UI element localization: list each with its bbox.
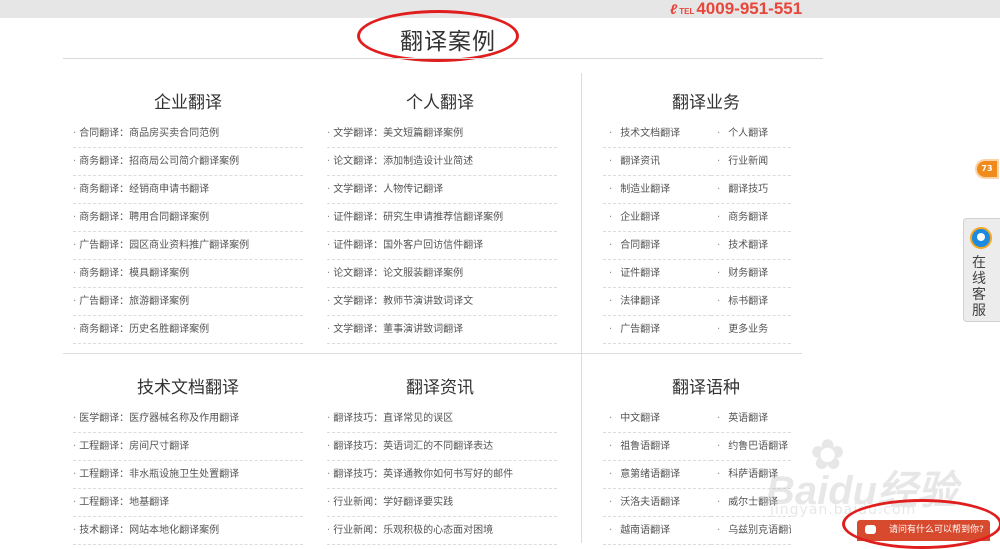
list-item[interactable]: 证件翻译 [603, 260, 711, 288]
list-item[interactable]: 技术翻译 [711, 232, 791, 260]
list-item[interactable]: 商务翻译：招商局公司简介翻译案例 [73, 148, 303, 176]
list-item[interactable]: 文学翻译：人物传记翻译 [327, 176, 557, 204]
list-item[interactable]: 广告翻译 [603, 316, 711, 344]
section-title-technical: 技术文档翻译 [137, 378, 239, 398]
list-item[interactable]: 企业翻译 [603, 204, 711, 232]
technical-list: 医学翻译：医疗器械名称及作用翻译 工程翻译：房间尺寸翻译 工程翻译：非水瓶设施卫… [73, 405, 303, 545]
list-item[interactable]: 更多业务 [711, 316, 791, 344]
list-item[interactable]: 文学翻译：美文短篇翻译案例 [327, 120, 557, 148]
top-bar: ℓ TEL 4009-951-551 [0, 0, 1000, 18]
section-title-business: 翻译业务 [672, 93, 740, 113]
list-item[interactable]: 中文翻译 [603, 405, 711, 433]
list-item[interactable]: 商务翻译：聘用合同翻译案例 [73, 204, 303, 232]
list-item[interactable]: 翻译资讯 [603, 148, 711, 176]
tel-number: 4009-951-551 [696, 0, 803, 18]
list-item[interactable]: 商务翻译 [711, 204, 791, 232]
enterprise-list: 合同翻译：商品房买卖合同范例 商务翻译：招商局公司简介翻译案例 商务翻译：经销商… [73, 120, 303, 344]
section-title-enterprise: 企业翻译 [154, 93, 222, 113]
list-item[interactable]: 工程翻译：非水瓶设施卫生处置翻译 [73, 461, 303, 489]
list-item[interactable]: 意第绪语翻译 [603, 461, 711, 489]
list-item[interactable]: 技术文档翻译 [603, 120, 711, 148]
list-item[interactable]: 商务翻译：经销商申请书翻译 [73, 176, 303, 204]
row-divider [63, 353, 581, 354]
section-title-personal: 个人翻译 [406, 93, 474, 113]
chat-highlight-oval [842, 499, 1000, 549]
section-title-news: 翻译资讯 [406, 378, 474, 398]
row-divider [582, 353, 802, 354]
news-list: 翻译技巧：直译常见的误区 翻译技巧：英语词汇的不同翻译表达 翻译技巧：英译通教你… [327, 405, 557, 545]
list-item[interactable]: 医学翻译：医疗器械名称及作用翻译 [73, 405, 303, 433]
list-item[interactable]: 行业新闻 [711, 148, 791, 176]
side-badge[interactable]: 73 [977, 161, 997, 177]
list-item[interactable]: 论文翻译：添加制造设计业简述 [327, 148, 557, 176]
section-title-languages: 翻译语种 [672, 378, 740, 398]
list-item[interactable]: 工程翻译：地基翻译 [73, 489, 303, 517]
list-item[interactable]: 广告翻译：旅游翻译案例 [73, 288, 303, 316]
list-item[interactable]: 财务翻译 [711, 260, 791, 288]
list-item[interactable]: 广告翻译：园区商业资料推广翻译案例 [73, 232, 303, 260]
column-divider [581, 73, 582, 543]
list-item[interactable]: 行业新闻：学好翻译要实践 [327, 489, 557, 517]
list-item[interactable]: 文学翻译：董事演讲致词翻译 [327, 316, 557, 344]
list-item[interactable]: 论文翻译：论文服装翻译案例 [327, 260, 557, 288]
list-item[interactable]: 沃洛夫语翻译 [603, 489, 711, 517]
list-item[interactable]: 商务翻译：模具翻译案例 [73, 260, 303, 288]
list-item[interactable]: 翻译技巧：英语词汇的不同翻译表达 [327, 433, 557, 461]
phone-logo-icon: ℓ [670, 1, 678, 17]
customer-service-label: 在线客服 [972, 255, 986, 319]
list-item[interactable]: 文学翻译：教师节演讲致词译文 [327, 288, 557, 316]
hotline[interactable]: ℓ TEL 4009-951-551 [670, 0, 802, 19]
list-item[interactable]: 翻译技巧：直译常见的误区 [327, 405, 557, 433]
list-item[interactable]: 法律翻译 [603, 288, 711, 316]
list-item[interactable]: 翻译技巧：英译通教你如何书写好的邮件 [327, 461, 557, 489]
business-grid: 技术文档翻译 个人翻译 翻译资讯 行业新闻 制造业翻译 翻译技巧 企业翻译 商务… [603, 120, 791, 344]
customer-service-panel[interactable]: 在线客服 [963, 218, 1000, 322]
list-item[interactable]: 翻译技巧 [711, 176, 791, 204]
list-item[interactable]: 商务翻译：历史名胜翻译案例 [73, 316, 303, 344]
title-divider [63, 58, 823, 59]
list-item[interactable]: 证件翻译：国外客户回访信件翻译 [327, 232, 557, 260]
list-item[interactable]: 祖鲁语翻译 [603, 433, 711, 461]
list-item[interactable]: 合同翻译 [603, 232, 711, 260]
personal-list: 文学翻译：美文短篇翻译案例 论文翻译：添加制造设计业简述 文学翻译：人物传记翻译… [327, 120, 557, 344]
title-highlight-oval [357, 10, 519, 62]
list-item[interactable]: 英语翻译 [711, 405, 791, 433]
tel-prefix: TEL [679, 7, 695, 16]
list-item[interactable]: 标书翻译 [711, 288, 791, 316]
list-item[interactable]: 个人翻译 [711, 120, 791, 148]
chat-bubble-icon [970, 227, 992, 249]
list-item[interactable]: 证件翻译：研究生申请推荐信翻译案例 [327, 204, 557, 232]
list-item[interactable]: 工程翻译：房间尺寸翻译 [73, 433, 303, 461]
list-item[interactable]: 制造业翻译 [603, 176, 711, 204]
list-item[interactable]: 合同翻译：商品房买卖合同范例 [73, 120, 303, 148]
